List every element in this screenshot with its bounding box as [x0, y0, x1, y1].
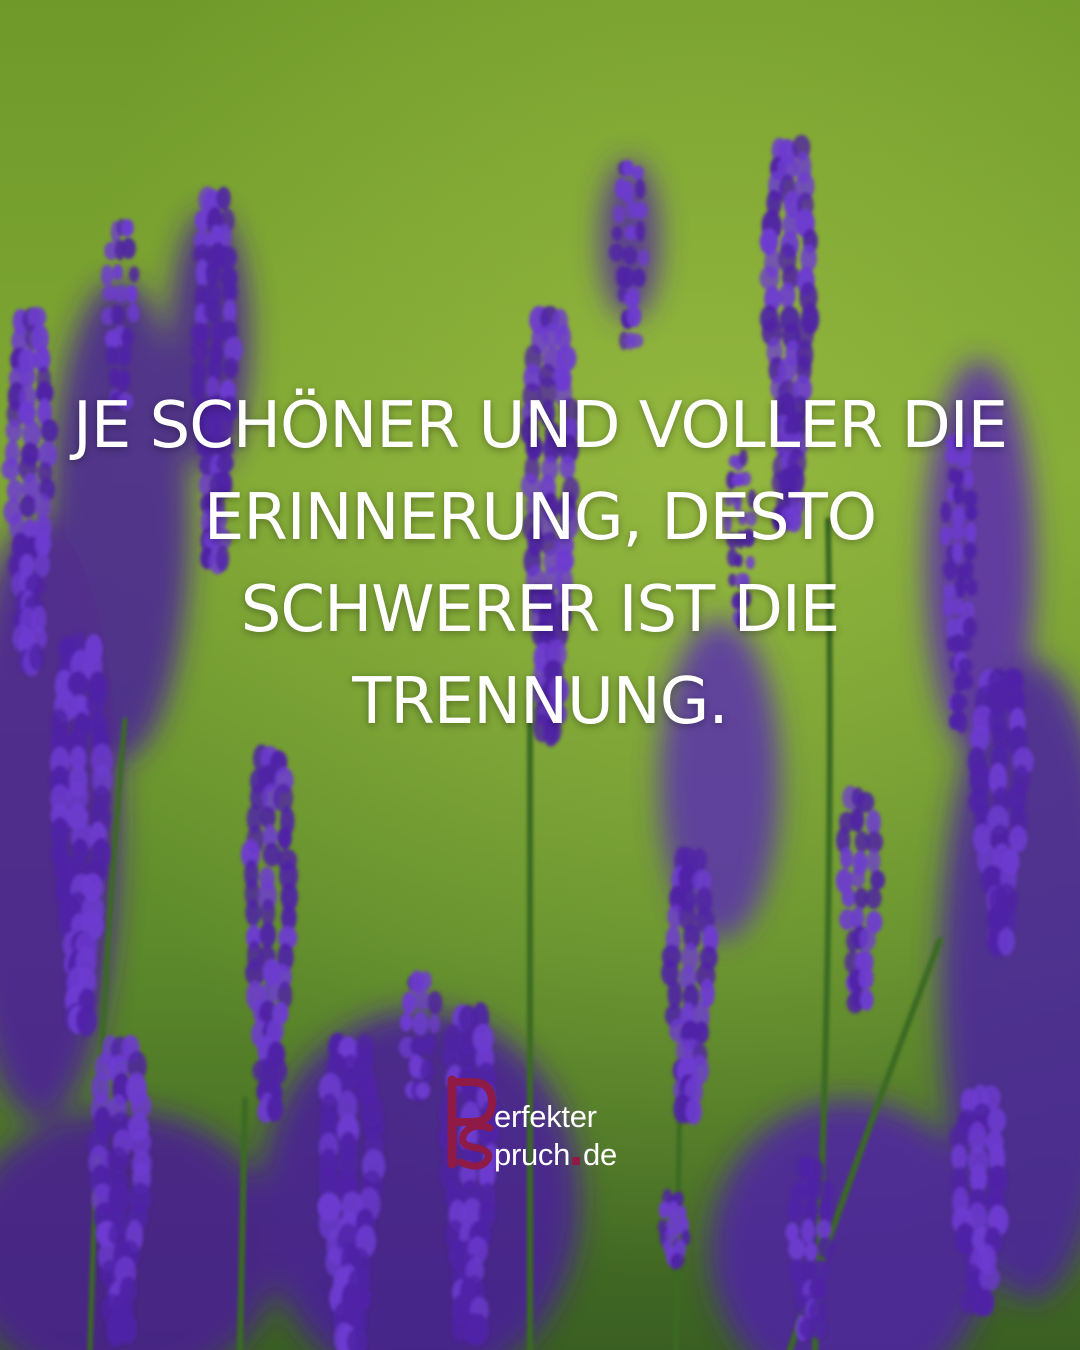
- lavender-bud: [419, 971, 432, 991]
- quote-line: TRENNUNG.: [352, 665, 728, 739]
- lavender-bud: [112, 264, 123, 281]
- lavender-bud: [979, 1265, 1000, 1292]
- quote-line: JE SCHÖNER UND VOLLER DIE: [72, 389, 1008, 463]
- lavender-bud: [805, 1242, 818, 1262]
- lavender-bud: [870, 870, 886, 890]
- lavender-bud: [118, 1314, 137, 1345]
- lavender-bud: [191, 337, 209, 363]
- quote-card: JE SCHÖNER UND VOLLER DIE ERINNERUNG, DE…: [0, 0, 1080, 1350]
- lavender-bud: [621, 181, 635, 203]
- lavender-bud: [788, 1237, 806, 1260]
- lavender-bud: [978, 1288, 995, 1317]
- lavender-bud: [631, 165, 644, 181]
- lavender-bud: [110, 305, 125, 325]
- lavender-bud: [266, 1095, 284, 1122]
- lavender-bud: [632, 268, 646, 288]
- logo-text-line1: erfekter: [494, 1099, 597, 1134]
- lavender-bud: [121, 327, 134, 348]
- lavender-bud: [412, 1011, 429, 1036]
- lavender-bud: [841, 887, 856, 908]
- lavender-bud: [809, 1276, 827, 1301]
- lavender-bud: [128, 266, 140, 283]
- lavender-bud: [400, 1013, 413, 1032]
- lavender-bud: [423, 1033, 436, 1056]
- lavender-bud: [608, 243, 625, 262]
- lavender-bud: [101, 264, 114, 286]
- lavender-bud: [467, 1313, 489, 1346]
- lavender-bud: [402, 991, 417, 1015]
- lavender-bud: [859, 927, 876, 951]
- lavender-bud: [635, 220, 646, 242]
- lavender-bud: [416, 1082, 430, 1099]
- quote-text: JE SCHÖNER UND VOLLER DIE ERINNERUNG, DE…: [40, 380, 1040, 748]
- lavender-bud: [626, 305, 642, 328]
- logo-dot: [572, 1157, 581, 1165]
- lavender-bud: [442, 1043, 461, 1069]
- lavender-bud: [1, 458, 20, 481]
- lavender-bud: [277, 826, 293, 850]
- lavender-bud: [865, 887, 882, 910]
- lavender-bud: [635, 178, 646, 199]
- lavender-bud: [628, 333, 644, 349]
- lavender-bud: [850, 807, 865, 833]
- lavender-bud: [207, 354, 222, 381]
- lavender-bud: [27, 306, 47, 329]
- lavender-bud: [779, 282, 796, 309]
- lavender-bud: [637, 249, 650, 266]
- lavender-bud: [801, 1218, 815, 1244]
- lavender-bud: [634, 202, 648, 219]
- lavender-bud: [997, 927, 1015, 956]
- lavender-bud: [818, 1198, 833, 1224]
- lavender-bud: [5, 419, 23, 443]
- lavender-bud: [1009, 825, 1028, 853]
- lavender-bud: [428, 1014, 440, 1034]
- lavender-bud: [259, 921, 276, 948]
- lavender-bud: [119, 345, 132, 366]
- quote-line: ERINNERUNG, DESTO: [203, 481, 877, 555]
- lavender-bud: [626, 286, 641, 308]
- lavender-bud: [203, 300, 222, 323]
- lavender-bud: [223, 357, 239, 379]
- lavender-bud: [817, 1236, 835, 1259]
- lavender-bud: [850, 868, 866, 888]
- perfekter-spruch-logo: erfekter pruch de: [446, 1074, 646, 1174]
- logo-text-main: pruch: [494, 1137, 571, 1172]
- lavender-bud: [106, 1146, 129, 1174]
- lavender-bud: [815, 1219, 832, 1240]
- lavender-bud: [611, 226, 623, 241]
- lavender-bud: [840, 847, 853, 869]
- lavender-bud: [76, 1004, 97, 1037]
- lavender-bud: [803, 1199, 817, 1222]
- lavender-bud: [205, 259, 220, 287]
- logo-text-line2: pruch de: [494, 1137, 617, 1173]
- lavender-bud: [127, 303, 140, 323]
- lavender-bud: [987, 1107, 1007, 1134]
- lavender-bud: [216, 186, 231, 211]
- lavender-bud: [121, 237, 136, 259]
- lavender-bud: [951, 1144, 967, 1171]
- lavender-bud: [867, 848, 881, 874]
- lavender-bud: [860, 989, 874, 1011]
- lavender-bud: [787, 1197, 803, 1222]
- lavender-bud: [612, 205, 625, 224]
- lavender-bud: [810, 1316, 827, 1340]
- lavender-bud: [217, 245, 237, 270]
- lavender-bud: [20, 365, 36, 388]
- lavender-bud: [685, 1098, 703, 1125]
- logo-text-suffix: de: [583, 1137, 617, 1172]
- lavender-bud: [126, 284, 138, 303]
- lavender-bud: [427, 990, 443, 1015]
- lavender-bud: [420, 1059, 434, 1083]
- lavender-bud: [19, 494, 36, 518]
- quote-line: SCHWERER IST DIE: [240, 573, 840, 647]
- lavender-bud: [414, 989, 431, 1011]
- lavender-bud: [245, 899, 262, 927]
- lavender-bud: [120, 219, 134, 237]
- lavender-bud: [858, 966, 874, 990]
- lavender-bud: [670, 1252, 685, 1269]
- lavender-bud: [622, 246, 638, 265]
